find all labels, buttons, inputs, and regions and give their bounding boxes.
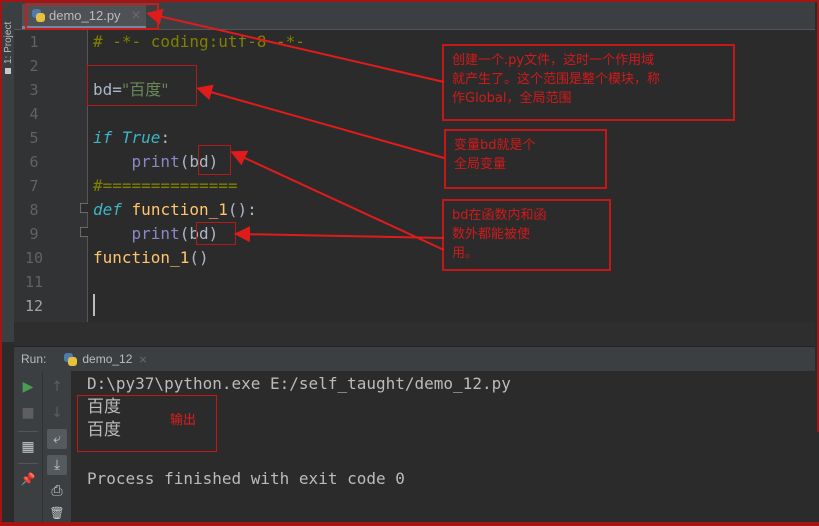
builtin-call: print (131, 224, 180, 243)
project-tool-icon (5, 68, 11, 74)
line-number-current: 12 (24, 297, 44, 315)
toolbar-separator (18, 431, 38, 432)
code-line-1: # -*- coding:utf-8 -*- (93, 30, 305, 54)
code-line-8: def function_1(): (93, 198, 257, 222)
console-command-line: D:\py37\python.exe E:/self_taught/demo_1… (87, 374, 511, 393)
highlight-bd-print-global (198, 145, 231, 175)
keyword: if (93, 128, 113, 147)
annotation-output-label: 输出 (170, 413, 197, 428)
text-cursor (93, 294, 95, 316)
punctuation: ( (179, 152, 190, 171)
run-toolbar-secondary: ↑ ↓ ⤶ ⤓ ⎙ 🗑 (43, 371, 72, 522)
punctuation: (): (227, 200, 257, 219)
restore-layout-icon[interactable]: ▦ (18, 437, 38, 457)
line-number: 2 (29, 57, 39, 75)
line-number-gutter: 1 2 3 4 5 6 7 8 9 10 11 12 (14, 30, 90, 322)
line-number: 10 (24, 249, 44, 267)
python-icon (64, 352, 78, 366)
up-stack-icon[interactable]: ↑ (47, 377, 67, 397)
down-stack-icon[interactable]: ↓ (47, 403, 67, 423)
pin-tab-icon[interactable]: 📌 (18, 469, 38, 489)
line-number: 6 (29, 153, 39, 171)
run-tab-label: demo_12 (82, 352, 133, 366)
line-number: 7 (29, 177, 39, 195)
run-panel-header: Run: demo_12 × (14, 347, 815, 371)
punctuation: () (189, 248, 209, 267)
stop-icon[interactable]: ■ (18, 403, 38, 423)
function-call: function_1 (93, 248, 190, 267)
line-number: 9 (29, 225, 39, 243)
code-line-5: if True: (93, 126, 170, 150)
keyword: True (121, 128, 161, 147)
line-number: 3 (29, 81, 39, 99)
toolbar-separator (18, 463, 38, 464)
editor-tab-bar: demo_12.py × (14, 2, 815, 30)
close-run-tab-icon[interactable]: × (138, 353, 147, 366)
comment-text: #============== (93, 176, 238, 195)
run-label: Run: (21, 352, 47, 366)
rerun-icon[interactable]: ▶ (18, 377, 38, 397)
scroll-to-end-icon[interactable]: ⤓ (47, 455, 67, 475)
console-exit-message: Process finished with exit code 0 (87, 469, 405, 488)
editor-scroll-area (14, 322, 815, 347)
line-number: 1 (29, 33, 39, 51)
code-line-10: function_1() (93, 246, 209, 270)
keyword: def (93, 200, 122, 219)
annotation-usable-everywhere: bd在函数内和函 数外都能被使 用。 (442, 199, 611, 271)
code-line-7: #============== (93, 174, 238, 198)
function-name: function_1 (131, 200, 228, 219)
builtin-call: print (131, 152, 180, 171)
annotation-frame-left (0, 430, 2, 526)
punctuation: ( (179, 224, 190, 243)
print-icon[interactable]: ⎙ (47, 481, 67, 501)
line-number: 4 (29, 105, 39, 123)
comment-text: # -*- coding:utf-8 -*- (93, 32, 305, 51)
highlight-bd-print-function (196, 222, 236, 245)
annotation-global-scope: 创建一个.py文件，这时一个作用域 就产生了。这个范围是整个模块，称 作Glob… (442, 44, 735, 121)
run-tab-demo-12[interactable]: demo_12 × (64, 347, 148, 371)
highlight-bd-assignment (87, 65, 197, 106)
line-number: 5 (29, 129, 39, 147)
project-tool-label[interactable]: 1: Project (3, 22, 14, 64)
annotation-frame-bottom (0, 522, 819, 526)
line-number: 8 (29, 201, 39, 219)
soft-wrap-icon[interactable]: ⤶ (47, 429, 67, 449)
tab-highlight-box (25, 3, 159, 30)
clear-all-icon[interactable]: 🗑 (47, 503, 67, 523)
annotation-global-variable: 变量bd就是个 全局变量 (444, 129, 607, 189)
line-number: 11 (24, 273, 44, 291)
punctuation: : (160, 128, 171, 147)
run-toolbar-primary: ▶ ■ ▦ 📌 (14, 371, 43, 522)
